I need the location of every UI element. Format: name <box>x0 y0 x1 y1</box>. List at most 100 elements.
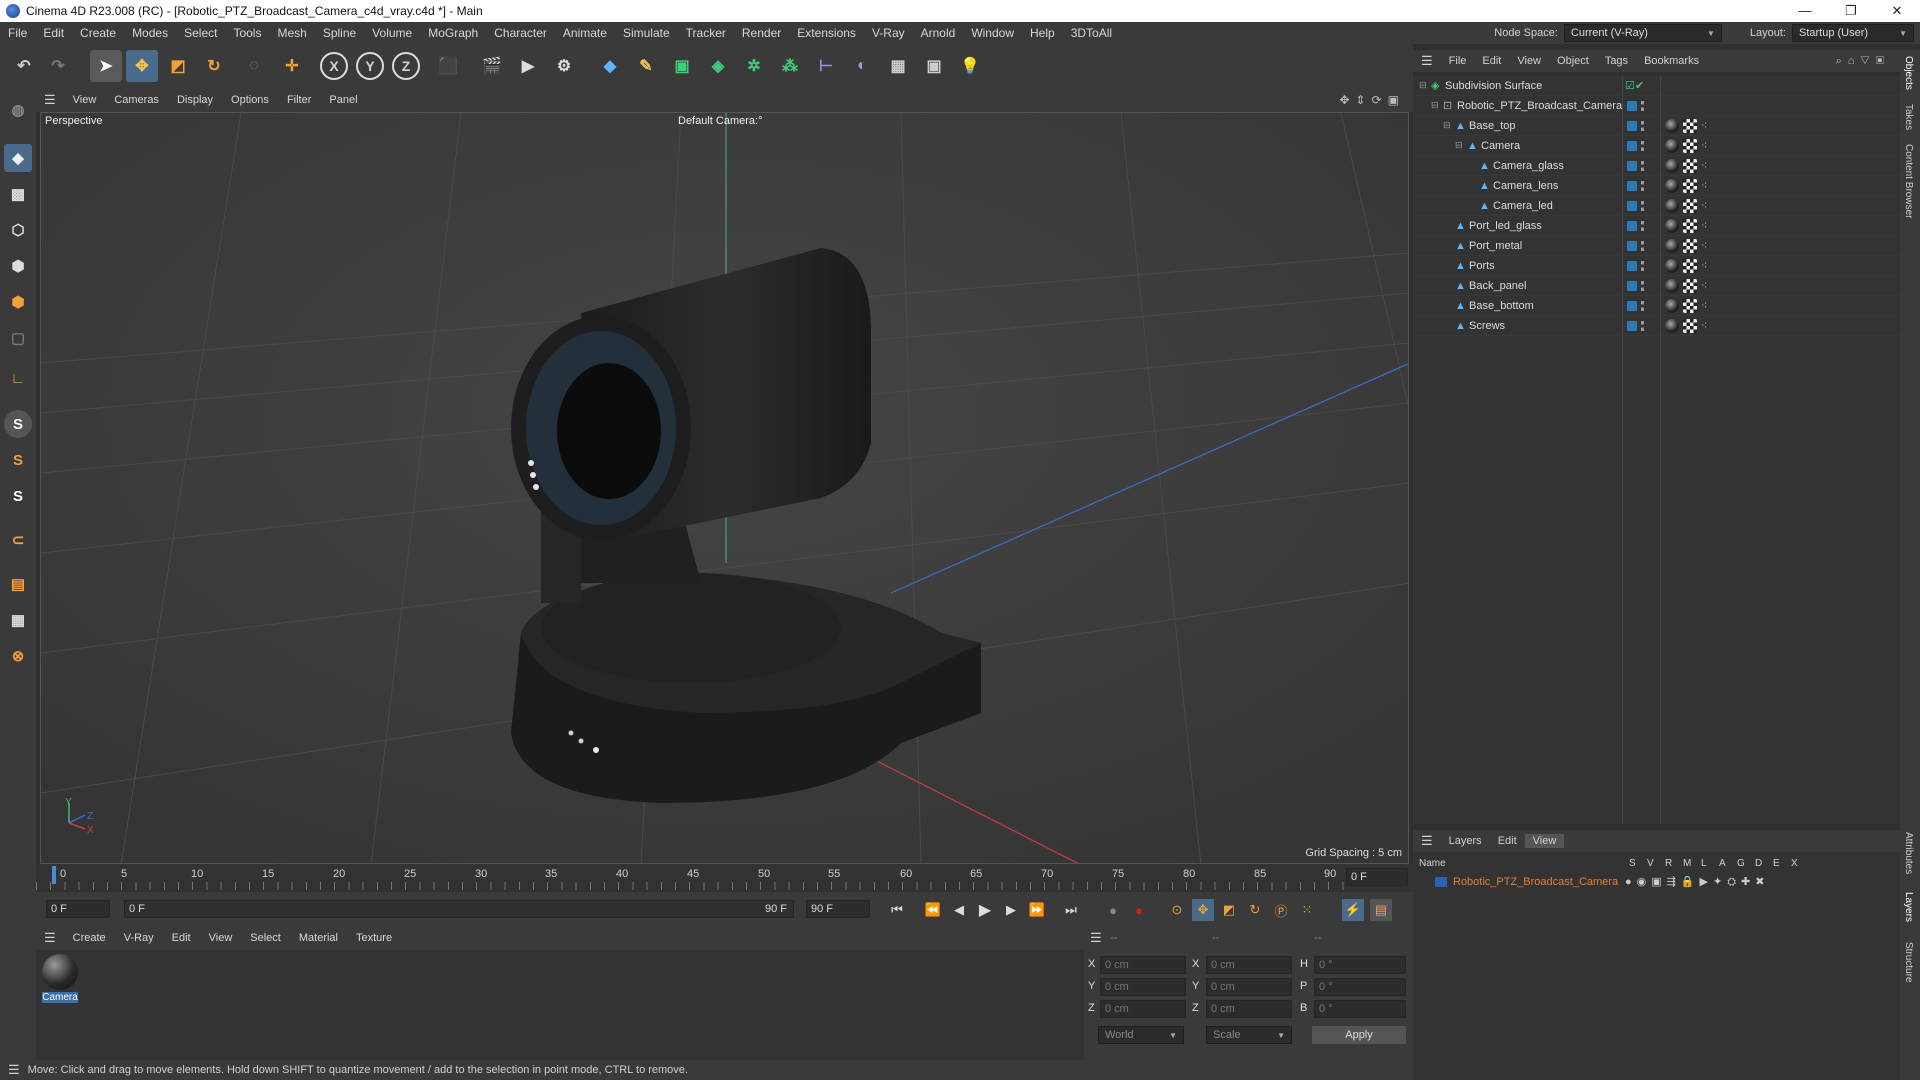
visibility-dots-icon[interactable] <box>1641 240 1644 251</box>
maximize-button[interactable]: ❐ <box>1828 3 1874 19</box>
tab-structure[interactable]: Structure <box>1903 942 1914 983</box>
viewport-menu-panel[interactable]: Panel <box>320 94 366 106</box>
rotation-key-icon[interactable]: ↻ <box>1244 899 1266 921</box>
phong-tag-icon[interactable]: ⁖ <box>1701 179 1707 193</box>
workplane-icon[interactable]: ▤ <box>4 570 32 598</box>
3d-viewport[interactable]: Perspective Default Camera:° Y Z X Grid … <box>40 112 1409 864</box>
menu-file[interactable]: File <box>0 26 35 40</box>
polygon-mode-icon[interactable]: ⬢ <box>4 288 32 316</box>
object-name[interactable]: Back_panel <box>1469 280 1527 292</box>
menu-vray[interactable]: V-Ray <box>864 26 913 40</box>
viewport-menu-options[interactable]: Options <box>222 94 278 106</box>
visibility-toggles[interactable] <box>1627 100 1644 111</box>
object-tags[interactable]: ⁖ <box>1665 238 1707 253</box>
enabled-check-icon[interactable]: ☑✔ <box>1625 79 1644 92</box>
uvw-tag-icon[interactable] <box>1683 218 1697 233</box>
edge-mode-icon[interactable]: ⬢ <box>4 252 32 280</box>
tab-attributes[interactable]: Attributes <box>1903 832 1914 874</box>
object-row[interactable]: ▲ Ports ⁖ <box>1413 256 1900 276</box>
size-x-field[interactable]: 0 cm <box>1206 956 1292 974</box>
tab-layers[interactable]: Layers <box>1903 892 1914 922</box>
material-tag-icon[interactable] <box>1665 198 1679 213</box>
object-row[interactable]: ▲ Camera_led ⁖ <box>1413 196 1900 216</box>
object-tags[interactable]: ⁖ <box>1665 198 1707 213</box>
hamburger-icon[interactable]: ☰ <box>36 92 64 108</box>
menu-help[interactable]: Help <box>1022 26 1063 40</box>
uvw-tag-icon[interactable] <box>1683 318 1697 333</box>
object-name[interactable]: Camera_glass <box>1493 160 1564 172</box>
menu-tools[interactable]: Tools <box>225 26 269 40</box>
coordinate-mode-dropdown[interactable]: World ▼ <box>1098 1026 1184 1044</box>
layout-dropdown[interactable]: Startup (User) ▼ <box>1792 24 1914 42</box>
close-button[interactable]: ✕ <box>1874 3 1920 19</box>
prev-key-icon[interactable]: ⏪ <box>922 899 944 921</box>
hamburger-icon[interactable]: ☰ <box>1413 53 1441 69</box>
object-tags[interactable]: ⁖ <box>1665 258 1707 273</box>
visibility-dots-icon[interactable] <box>1641 200 1644 211</box>
phong-tag-icon[interactable]: ⁖ <box>1701 319 1707 333</box>
layer-color-icon[interactable] <box>1627 320 1637 331</box>
expand-toggle-icon[interactable]: ⊟ <box>1419 80 1427 91</box>
visibility-dots-icon[interactable] <box>1641 140 1644 151</box>
visibility-toggles[interactable] <box>1627 320 1644 331</box>
layer-color-icon[interactable] <box>1627 100 1637 111</box>
point-mode-icon[interactable]: ⬡ <box>4 216 32 244</box>
menu-3dtoall[interactable]: 3DToAll <box>1063 26 1120 40</box>
material-menu-create[interactable]: Create <box>64 932 115 944</box>
rot-p-field[interactable]: 0 ° <box>1314 978 1406 996</box>
object-tags[interactable]: ⁖ <box>1665 318 1707 333</box>
visibility-toggles[interactable] <box>1627 160 1644 171</box>
layer-color-icon[interactable] <box>1627 280 1637 291</box>
x-axis-lock-icon[interactable]: X <box>320 52 348 80</box>
layer-flag-icons[interactable]: ●◉▣⇶🔒▶✦⛭✚✖ <box>1625 875 1769 889</box>
phong-tag-icon[interactable]: ⁖ <box>1701 159 1707 173</box>
layer-color-icon[interactable] <box>1627 160 1637 171</box>
object-row[interactable]: ▲ Base_bottom ⁖ <box>1413 296 1900 316</box>
subdivision-icon[interactable]: ▣ <box>666 50 698 82</box>
viewport-menu-display[interactable]: Display <box>168 94 222 106</box>
apply-button[interactable]: Apply <box>1312 1026 1406 1044</box>
next-key-icon[interactable]: ⏩ <box>1026 899 1048 921</box>
visibility-dots-icon[interactable] <box>1641 100 1644 111</box>
visibility-toggles[interactable] <box>1627 280 1644 291</box>
object-name[interactable]: Subdivision Surface <box>1445 80 1542 92</box>
hamburger-icon[interactable]: ☰ <box>0 1062 28 1078</box>
visibility-dots-icon[interactable] <box>1641 180 1644 191</box>
object-tags[interactable]: ⁖ <box>1665 278 1707 293</box>
hamburger-icon[interactable]: ☰ <box>36 930 64 946</box>
visibility-toggles[interactable] <box>1627 180 1644 191</box>
layer-color-icon[interactable] <box>1627 140 1637 151</box>
visibility-dots-icon[interactable] <box>1641 220 1644 231</box>
object-name[interactable]: Camera <box>1481 140 1520 152</box>
menu-animate[interactable]: Animate <box>555 26 615 40</box>
extrude-icon[interactable]: ◈ <box>702 50 734 82</box>
workplane-snap-icon[interactable]: S <box>4 482 32 510</box>
material-tag-icon[interactable] <box>1665 278 1679 293</box>
camera-object-icon[interactable]: ▣ <box>918 50 950 82</box>
select-tool-icon[interactable]: ➤ <box>90 50 122 82</box>
menu-arnold[interactable]: Arnold <box>913 26 964 40</box>
material-tag-icon[interactable] <box>1665 178 1679 193</box>
next-frame-icon[interactable]: ▶ <box>1000 899 1022 921</box>
visibility-toggles[interactable] <box>1627 240 1644 251</box>
menu-spline[interactable]: Spline <box>315 26 364 40</box>
object-tags[interactable]: ⁖ <box>1665 158 1707 173</box>
prev-frame-icon[interactable]: ◀ <box>948 899 970 921</box>
play-icon[interactable]: ▶ <box>974 899 996 921</box>
pos-z-field[interactable]: 0 cm <box>1100 1000 1186 1018</box>
material-menu-edit[interactable]: Edit <box>163 932 200 944</box>
pla-key-icon[interactable]: ⁙ <box>1296 899 1318 921</box>
material-menu-vray[interactable]: V-Ray <box>115 932 163 944</box>
object-row[interactable]: ▲ Camera_lens ⁖ <box>1413 176 1900 196</box>
viewport-nav-icons[interactable]: ✥⇕⟳▣ <box>1339 93 1413 107</box>
tab-takes[interactable]: Takes <box>1903 104 1914 130</box>
uvw-tag-icon[interactable] <box>1683 158 1697 173</box>
goto-start-icon[interactable]: ⏮ <box>886 899 908 921</box>
snap-settings-icon[interactable]: S <box>4 446 32 474</box>
redo-icon[interactable]: ↷ <box>42 50 74 82</box>
timeline-icon[interactable]: ▤ <box>1370 899 1392 921</box>
object-row[interactable]: ▲ Port_led_glass ⁖ <box>1413 216 1900 236</box>
menu-tracker[interactable]: Tracker <box>678 26 734 40</box>
menu-character[interactable]: Character <box>486 26 555 40</box>
object-manager-tools-icons[interactable]: ⌕⌂▽▣ <box>1836 55 1900 68</box>
